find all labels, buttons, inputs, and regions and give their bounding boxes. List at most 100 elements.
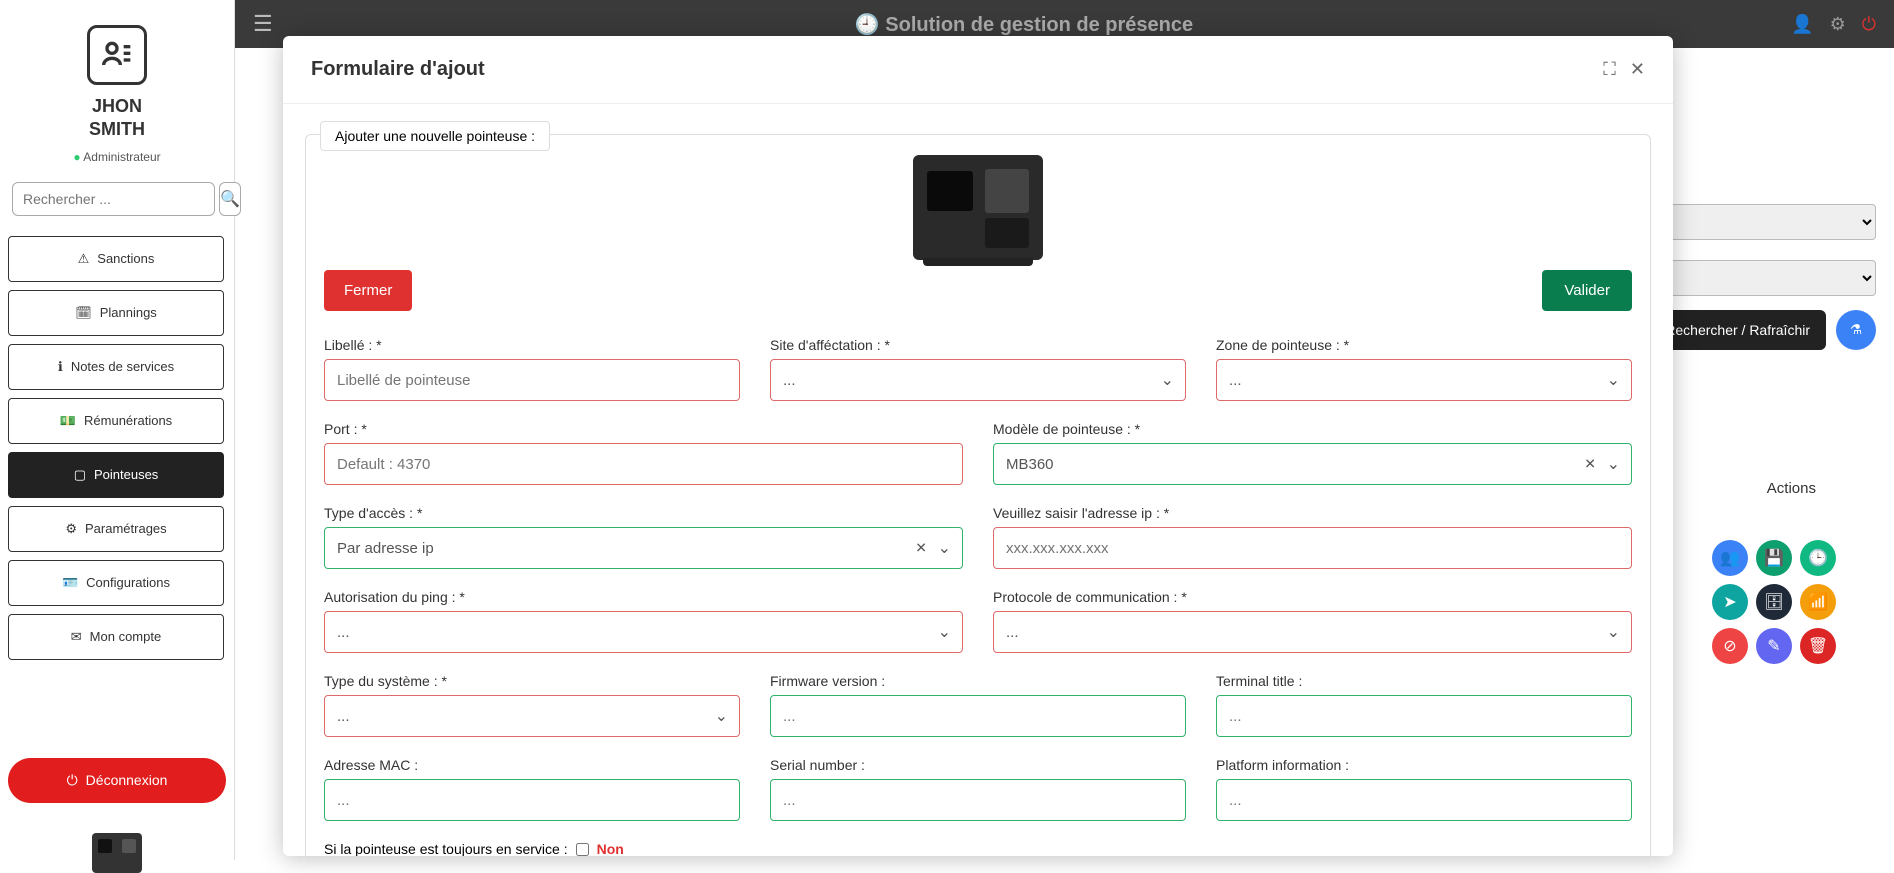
libelle-input[interactable] [324, 359, 740, 401]
sidebar-item-label: Rémunérations [84, 413, 172, 428]
sys-label: Type du système : * [324, 673, 740, 689]
sidebar-item-parametrages[interactable]: ⚙ Paramétrages [8, 506, 224, 552]
save-icon[interactable]: 💾 [1756, 540, 1792, 576]
sidebar-item-configurations[interactable]: 🪪 Configurations [8, 560, 224, 606]
calendar-icon: 🗓 [75, 305, 92, 321]
terminal-input[interactable] [1216, 695, 1632, 737]
sidebar: JHONSMITH Administrateur 🔍 ⚠Sanctions 🗓P… [0, 0, 235, 860]
avatar [87, 25, 147, 85]
sys-select[interactable]: ... [324, 695, 740, 737]
settings-icon[interactable]: ⚙ [1830, 14, 1846, 35]
fw-label: Firmware version : [770, 673, 1186, 689]
fieldset: Ajouter une nouvelle pointeuse : Fermer … [305, 134, 1651, 856]
modal-body[interactable]: Ajouter une nouvelle pointeuse : Fermer … [283, 104, 1673, 856]
sidebar-item-remunerations[interactable]: 💵 Rémunérations [8, 398, 224, 444]
proto-label: Protocole de communication : * [993, 589, 1632, 605]
user-role: Administrateur [8, 150, 226, 164]
serial-label: Serial number : [770, 757, 1186, 773]
zone-label: Zone de pointeuse : * [1216, 337, 1632, 353]
mac-label: Adresse MAC : [324, 757, 740, 773]
search-icon: 🔍 [220, 191, 240, 208]
site-label: Site d'afféctation : * [770, 337, 1186, 353]
inservice-value: Non [597, 841, 624, 856]
row-action-icons: 👥 💾 🕒 ➤ 🗄 📶 ⊘ ✎ 🗑 [1712, 540, 1836, 664]
sidebar-item-label: Configurations [86, 575, 170, 590]
search-input[interactable] [12, 182, 215, 216]
sidebar-item-label: Paramétrages [85, 521, 167, 536]
modal-title: Formulaire d'ajout [311, 58, 1589, 81]
sidebar-item-moncompte[interactable]: ✉ Mon compte [8, 614, 224, 660]
wifi-icon[interactable]: 📶 [1800, 584, 1836, 620]
expand-icon[interactable]: ⛶ [1603, 59, 1616, 80]
port-input[interactable] [324, 443, 963, 485]
funnel-icon: ⚗ [1850, 322, 1862, 337]
sidebar-item-label: Mon compte [90, 629, 162, 644]
sidebar-item-notes[interactable]: ℹ Notes de services [8, 344, 224, 390]
clock-icon[interactable]: 🕒 [1800, 540, 1836, 576]
mac-input[interactable] [324, 779, 740, 821]
access-label: Type d'accès : * [324, 505, 963, 521]
inservice-label: Si la pointeuse est toujours en service … [324, 841, 568, 856]
modele-label: Modèle de pointeuse : * [993, 421, 1632, 437]
users-icon[interactable]: 👥 [1712, 540, 1748, 576]
close-button[interactable]: Fermer [324, 270, 412, 311]
tablet-icon: ▢ [74, 467, 86, 483]
sidebar-item-label: Sanctions [97, 251, 154, 266]
sidebar-item-sanctions[interactable]: ⚠ Sanctions [8, 236, 224, 282]
inservice-row: Si la pointeuse est toujours en service … [324, 841, 1632, 856]
access-select[interactable]: Par adresse ip [324, 527, 963, 569]
ping-select[interactable]: ... [324, 611, 963, 653]
info-icon: ℹ [58, 359, 63, 375]
platform-label: Platform information : [1216, 757, 1632, 773]
ping-label: Autorisation du ping : * [324, 589, 963, 605]
database-icon[interactable]: 🗄 [1756, 584, 1792, 620]
mail-icon: ✉ [71, 629, 82, 645]
sidebar-item-label: Plannings [100, 305, 157, 320]
money-icon: 💵 [60, 413, 76, 429]
fieldset-legend: Ajouter une nouvelle pointeuse : [320, 121, 550, 151]
sliders-icon: ⚙ [65, 521, 77, 537]
clear-icon[interactable]: ✕ [915, 540, 927, 557]
clear-icon[interactable]: ✕ [1584, 456, 1596, 473]
modal-header: Formulaire d'ajout ⛶ ✕ [283, 36, 1673, 104]
send-icon[interactable]: ➤ [1712, 584, 1748, 620]
firmware-input[interactable] [770, 695, 1186, 737]
filter-button[interactable]: ⚗ [1836, 310, 1876, 350]
zone-select[interactable]: ... [1216, 359, 1632, 401]
modele-select[interactable]: MB360 [993, 443, 1632, 485]
actions-column-header: Actions [1767, 480, 1816, 497]
app-title: 🕘 Solution de gestion de présence [273, 12, 1775, 37]
inservice-checkbox[interactable] [576, 843, 589, 856]
logout-label: Déconnexion [86, 772, 168, 788]
close-icon[interactable]: ✕ [1630, 59, 1645, 80]
search-button[interactable]: 🔍 [219, 182, 241, 216]
ip-label: Veuillez saisir l'adresse ip : * [993, 505, 1632, 521]
submit-button[interactable]: Valider [1542, 270, 1632, 311]
user-icon[interactable]: 👤 [1791, 14, 1813, 35]
idcard-icon: 🪪 [62, 575, 78, 591]
sidebar-item-label: Notes de services [71, 359, 174, 374]
libelle-label: Libellé : * [324, 337, 740, 353]
serial-input[interactable] [770, 779, 1186, 821]
sidebar-item-pointeuses[interactable]: ▢ Pointeuses [8, 452, 224, 498]
platform-input[interactable] [1216, 779, 1632, 821]
hamburger-icon[interactable]: ☰ [253, 11, 273, 37]
sidebar-item-label: Pointeuses [94, 467, 158, 482]
proto-select[interactable]: ... [993, 611, 1632, 653]
site-select[interactable]: ... [770, 359, 1186, 401]
ip-input[interactable] [993, 527, 1632, 569]
user-name: JHONSMITH [8, 95, 226, 142]
power-off-icon[interactable]: ⏻ [1862, 14, 1876, 35]
clock-icon: 🕘 [855, 14, 880, 36]
nav-list[interactable]: ⚠ Sanctions 🗓 Plannings ℹ Notes de services… [8, 228, 226, 748]
add-device-modal: Formulaire d'ajout ⛶ ✕ Ajouter une nouve… [283, 36, 1673, 856]
warning-icon: ⚠ [78, 251, 90, 267]
edit-icon[interactable]: ✎ [1756, 628, 1792, 664]
sidebar-item-plannings[interactable]: 🗓 Plannings [8, 290, 224, 336]
alert-icon[interactable]: ⊘ [1712, 628, 1748, 664]
logout-button[interactable]: ⏻ Déconnexion [8, 758, 226, 803]
device-thumbnail [92, 833, 142, 873]
delete-icon[interactable]: 🗑 [1800, 628, 1836, 664]
device-image [913, 155, 1043, 260]
power-icon: ⏻ [67, 772, 78, 789]
